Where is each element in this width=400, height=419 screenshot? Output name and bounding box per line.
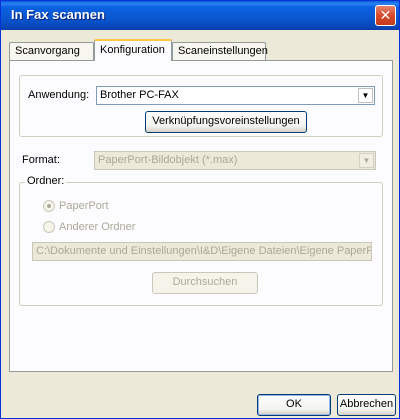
application-value: Brother PC-FAX <box>100 89 179 101</box>
tab-scaneinstellungen[interactable]: Scaneinstellungen <box>172 42 268 60</box>
format-label: Format: <box>22 154 60 166</box>
application-select[interactable]: Brother PC-FAX ▼ <box>96 86 375 105</box>
window-title: In Fax scannen <box>11 7 105 22</box>
chevron-down-icon[interactable]: ▼ <box>358 88 373 103</box>
tab-label: Scaneinstellungen <box>178 45 268 57</box>
dialog-window: In Fax scannen ✕ Scanvorgang Konfigurati… <box>0 0 400 419</box>
application-label: Anwendung: <box>28 89 90 101</box>
tab-label: Scanvorgang <box>15 45 80 57</box>
folder-label: Ordner: <box>25 175 67 187</box>
radio-button[interactable] <box>43 200 55 213</box>
close-icon: ✕ <box>379 7 392 23</box>
folder-path-field[interactable]: C:\Dokumente und Einstellungen\I&D\Eigen… <box>32 242 372 261</box>
ok-button[interactable]: OK <box>257 394 331 416</box>
radio-label: PaperPort <box>59 200 109 212</box>
tab-panel-konfiguration: Anwendung: Brother PC-FAX ▼ Verknüpfungs… <box>9 60 393 372</box>
radio-other-folder[interactable]: Anderer Ordner <box>43 221 136 234</box>
tab-konfiguration[interactable]: Konfiguration <box>94 39 172 61</box>
chevron-down-icon[interactable]: ▼ <box>359 153 374 168</box>
radio-button[interactable] <box>43 221 55 234</box>
cancel-button[interactable]: Abbrechen <box>337 394 396 416</box>
link-defaults-button[interactable]: Verknüpfungsvoreinstellungen <box>145 111 307 133</box>
title-bar[interactable]: In Fax scannen ✕ <box>1 1 399 30</box>
radio-label: Anderer Ordner <box>59 221 136 233</box>
tab-scanvorgang[interactable]: Scanvorgang <box>9 42 94 60</box>
close-button[interactable]: ✕ <box>375 5 396 26</box>
application-group: Anwendung: Brother PC-FAX ▼ Verknüpfungs… <box>19 75 383 137</box>
tab-label: Konfiguration <box>100 44 165 56</box>
browse-button[interactable]: Durchsuchen <box>152 272 258 294</box>
radio-paperport[interactable]: PaperPort <box>43 200 109 213</box>
format-value: PaperPort-Bildobjekt (*.max) <box>98 154 238 166</box>
format-select[interactable]: PaperPort-Bildobjekt (*.max) ▼ <box>94 151 376 170</box>
